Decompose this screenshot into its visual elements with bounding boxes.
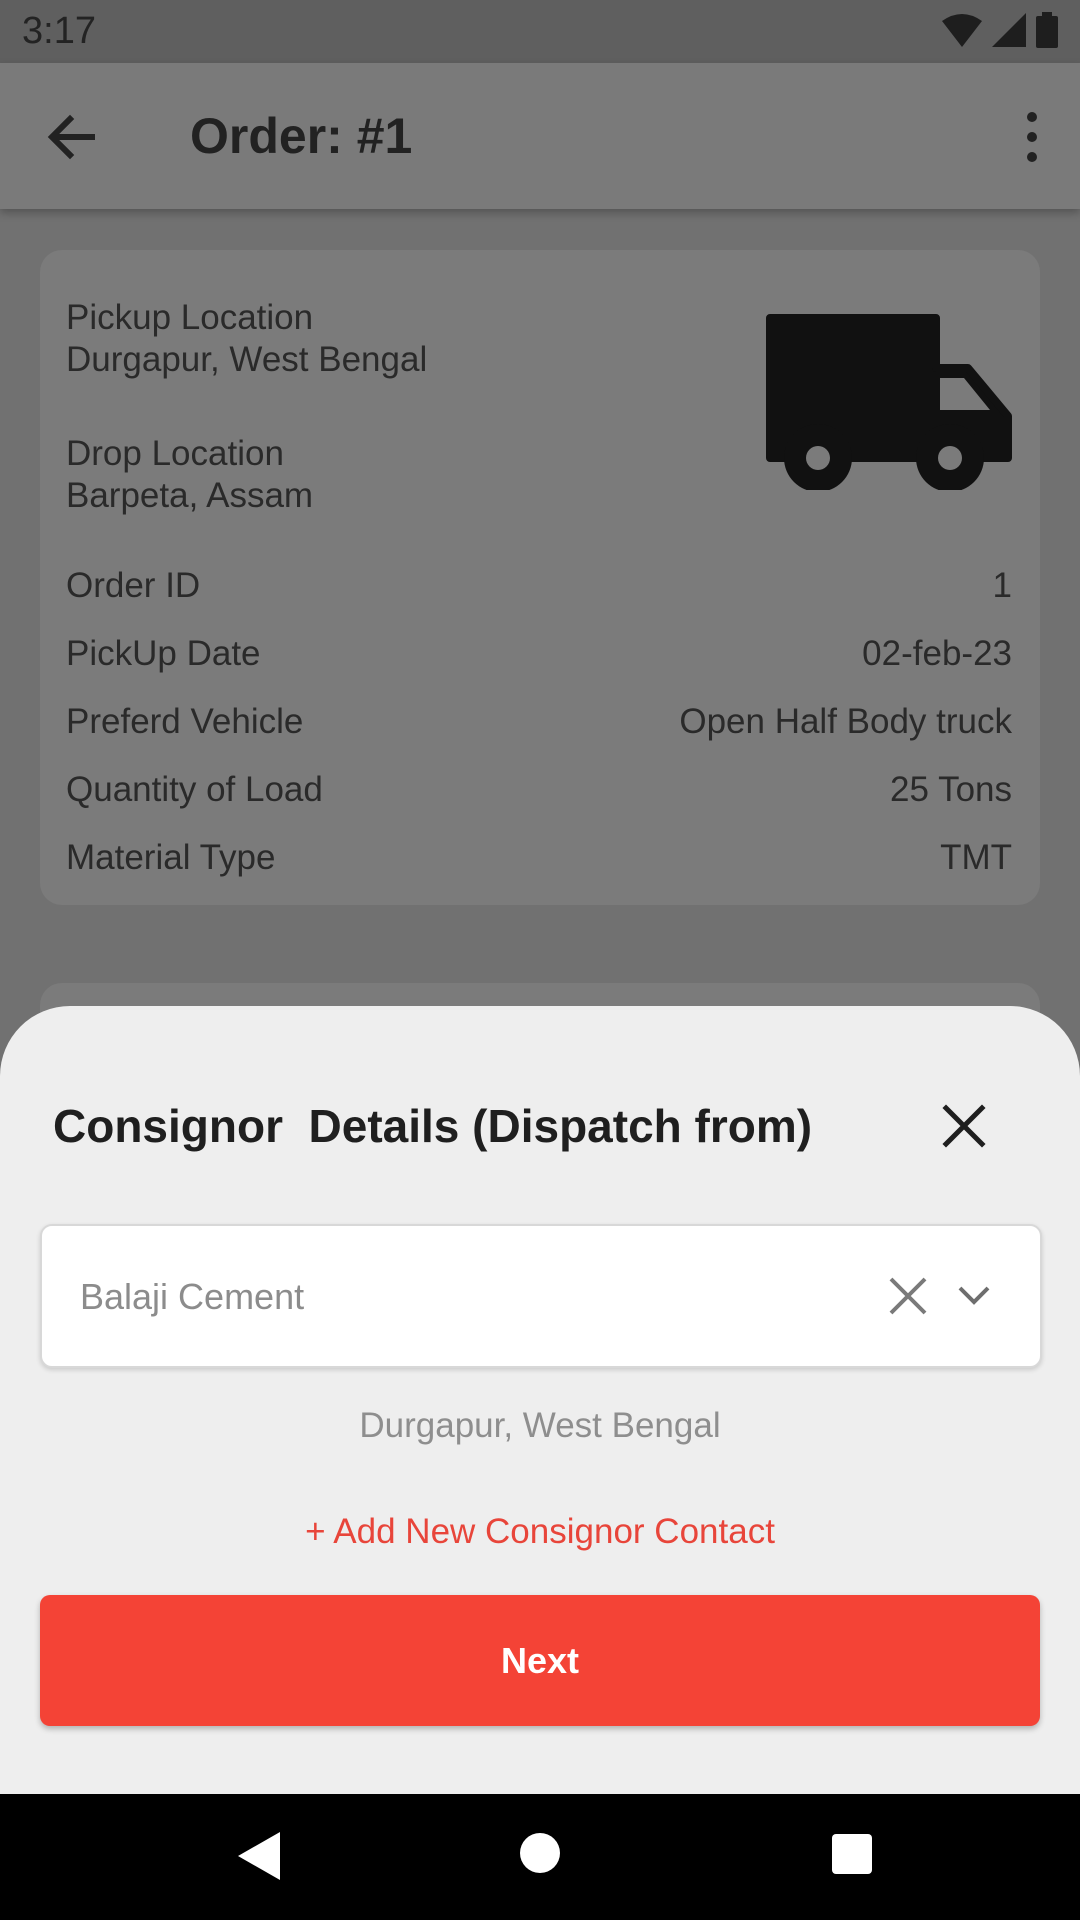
quantity-label: Quantity of Load: [66, 770, 323, 809]
status-bar: 3:17: [0, 0, 1080, 63]
nav-recents-icon[interactable]: [832, 1834, 872, 1874]
add-consignor-link[interactable]: + Add New Consignor Contact: [0, 1512, 1080, 1552]
back-arrow-icon: [47, 114, 95, 160]
close-icon: [942, 1104, 986, 1148]
page-title: Order: #1: [190, 108, 413, 164]
more-vert-icon: [1027, 112, 1037, 162]
sheet-title: Consignor Details (Dispatch from): [53, 1100, 813, 1152]
pickup-date-label: PickUp Date: [66, 634, 261, 673]
preferred-vehicle-label: Preferd Vehicle: [66, 702, 304, 741]
nav-home-icon[interactable]: [520, 1833, 560, 1873]
drop-location-label: Drop Location: [66, 434, 284, 473]
next-button[interactable]: Next: [40, 1595, 1040, 1726]
battery-icon: [1036, 12, 1058, 48]
back-button[interactable]: [42, 109, 102, 165]
order-id-value: 1: [992, 566, 1012, 605]
status-time: 3:17: [22, 10, 96, 52]
close-sheet-button[interactable]: [940, 1102, 988, 1150]
drop-location-value: Barpeta, Assam: [66, 476, 314, 515]
pickup-location-value: Durgapur, West Bengal: [66, 340, 428, 379]
app-bar: Order: #1: [0, 63, 1080, 209]
clear-icon: [889, 1277, 927, 1315]
clear-selection-button[interactable]: [886, 1274, 930, 1318]
quantity-value: 25 Tons: [890, 770, 1012, 809]
truck-icon: [766, 314, 1012, 490]
system-nav-bar: [0, 1794, 1080, 1920]
consignor-select-value: Balaji Cement: [80, 1276, 305, 1317]
overflow-menu-button[interactable]: [1012, 109, 1052, 165]
pickup-location-label: Pickup Location: [66, 298, 314, 337]
pickup-date-value: 02-feb-23: [862, 634, 1012, 673]
material-type-label: Material Type: [66, 838, 276, 877]
order-id-label: Order ID: [66, 566, 201, 605]
material-type-value: TMT: [940, 838, 1012, 877]
signal-icon: [992, 13, 1026, 47]
consignor-bottom-sheet: Consignor Details (Dispatch from) Balaji…: [0, 1006, 1080, 1794]
order-details-card: Pickup Location Durgapur, West Bengal Dr…: [40, 250, 1040, 905]
wifi-icon: [942, 14, 982, 47]
consignor-select[interactable]: Balaji Cement: [40, 1224, 1042, 1368]
chevron-down-icon: [958, 1286, 990, 1305]
preferred-vehicle-value: Open Half Body truck: [679, 702, 1012, 741]
status-icons: [942, 12, 1058, 48]
consignor-address: Durgapur, West Bengal: [359, 1406, 721, 1445]
nav-back-icon[interactable]: [236, 1830, 282, 1882]
next-button-label: Next: [500, 1639, 580, 1681]
dropdown-toggle[interactable]: [954, 1280, 994, 1312]
